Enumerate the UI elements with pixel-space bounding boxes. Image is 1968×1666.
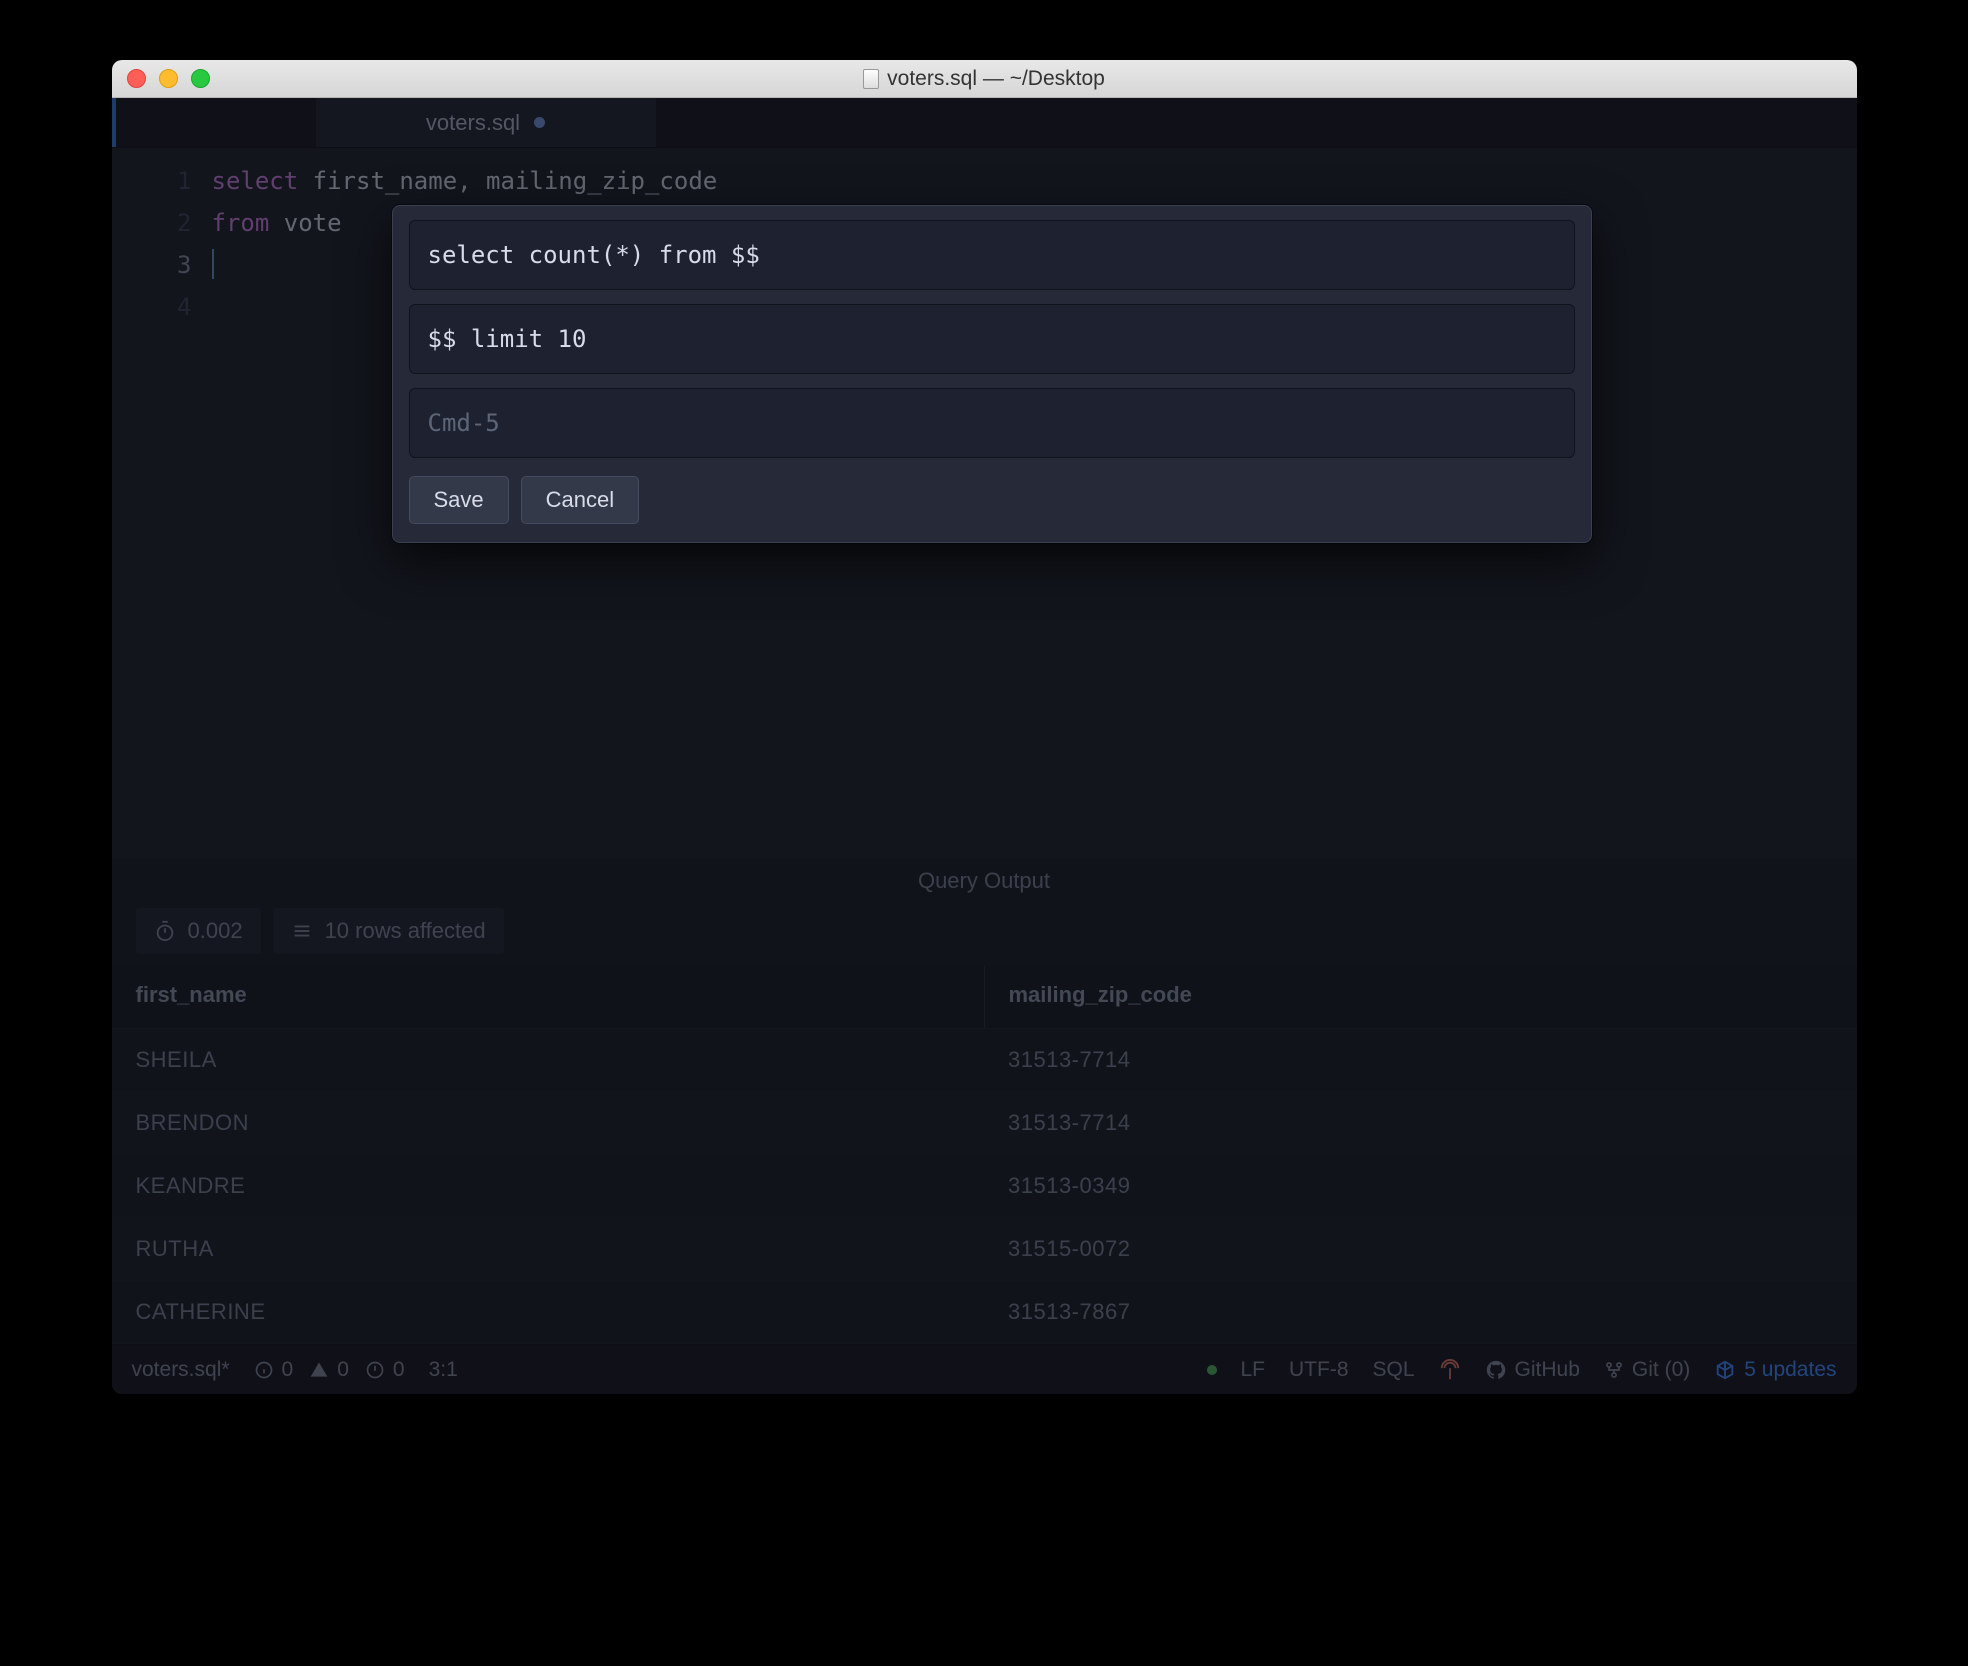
status-cursor-position[interactable]: 3:1: [429, 1358, 458, 1382]
snippet-before-input[interactable]: [409, 220, 1575, 290]
stopwatch-icon: [154, 920, 176, 942]
status-connection: [1207, 1365, 1217, 1375]
cell-first-name: RUTHA: [112, 1218, 985, 1281]
package-icon: [1714, 1359, 1736, 1381]
table-row[interactable]: CATHERINE31513-7867: [112, 1281, 1857, 1344]
close-window-button[interactable]: [127, 69, 146, 88]
column-header-mailing-zip[interactable]: mailing_zip_code: [984, 966, 1857, 1029]
table-row[interactable]: KEANDRE31513-0349: [112, 1155, 1857, 1218]
cell-mailing-zip: 31513-7714: [984, 1029, 1857, 1092]
rows-icon: [291, 920, 313, 942]
cell-mailing-zip: 31513-7714: [984, 1092, 1857, 1155]
line-number-gutter: 1 2 3 4: [112, 148, 212, 858]
query-output-header: Query Output: [112, 858, 1857, 902]
error-icon: [365, 1360, 385, 1380]
rows-affected-pill: 10 rows affected: [273, 908, 504, 954]
broadcast-tower-icon: [1439, 1359, 1461, 1381]
status-github[interactable]: GitHub: [1485, 1358, 1580, 1382]
cancel-button[interactable]: Cancel: [521, 476, 639, 524]
window-title: voters.sql — ~/Desktop: [112, 67, 1857, 91]
results-panel[interactable]: first_name mailing_zip_code SHEILA31513-…: [112, 966, 1857, 1344]
table-row[interactable]: SHEILA31513-7714: [112, 1029, 1857, 1092]
status-updates[interactable]: 5 updates: [1714, 1358, 1836, 1382]
snippet-dialog: Save Cancel: [392, 205, 1592, 543]
elapsed-time-value: 0.002: [188, 918, 243, 944]
git-branch-icon: [1604, 1360, 1624, 1380]
table-header-row: first_name mailing_zip_code: [112, 966, 1857, 1029]
status-file[interactable]: voters.sql*: [132, 1358, 230, 1382]
zoom-window-button[interactable]: [191, 69, 210, 88]
cell-first-name: SHEILA: [112, 1029, 985, 1092]
table-row[interactable]: BRENDON31513-7714: [112, 1092, 1857, 1155]
modified-indicator-icon: [534, 117, 545, 128]
app-window: voters.sql — ~/Desktop voters.sql 1 2 3 …: [112, 60, 1857, 1394]
rows-affected-text: 10 rows affected: [325, 918, 486, 944]
cell-first-name: CATHERINE: [112, 1281, 985, 1344]
status-bar: voters.sql* 0 0 0 3:1 LF UTF-8 SQL: [112, 1344, 1857, 1394]
save-button[interactable]: Save: [409, 476, 509, 524]
minimize-window-button[interactable]: [159, 69, 178, 88]
status-diagnostics[interactable]: 0 0 0: [254, 1358, 405, 1382]
results-table: first_name mailing_zip_code SHEILA31513-…: [112, 966, 1857, 1344]
status-encoding[interactable]: UTF-8: [1289, 1358, 1349, 1382]
query-output-title: Query Output: [918, 868, 1050, 893]
text-cursor: [212, 249, 214, 279]
elapsed-time-pill: 0.002: [136, 908, 261, 954]
cell-first-name: BRENDON: [112, 1092, 985, 1155]
tab-voters-sql[interactable]: voters.sql: [316, 98, 656, 147]
cell-mailing-zip: 31513-7867: [984, 1281, 1857, 1344]
snippet-shortcut-input[interactable]: [409, 388, 1575, 458]
window-controls: [127, 69, 210, 88]
status-language[interactable]: SQL: [1373, 1358, 1415, 1382]
document-icon: [863, 69, 879, 89]
status-git[interactable]: Git (0): [1604, 1358, 1690, 1382]
info-icon: [254, 1360, 274, 1380]
warning-icon: [309, 1360, 329, 1380]
cell-mailing-zip: 31513-0349: [984, 1155, 1857, 1218]
github-icon: [1485, 1359, 1507, 1381]
status-broadcast[interactable]: [1439, 1359, 1461, 1381]
tab-label: voters.sql: [426, 110, 520, 136]
cell-first-name: KEANDRE: [112, 1155, 985, 1218]
tab-bar: voters.sql: [112, 98, 1857, 148]
query-output-stats: 0.002 10 rows affected: [112, 902, 1857, 966]
cell-mailing-zip: 31515-0072: [984, 1218, 1857, 1281]
column-header-first-name[interactable]: first_name: [112, 966, 985, 1029]
connection-ok-icon: [1207, 1365, 1217, 1375]
status-eol[interactable]: LF: [1241, 1358, 1266, 1382]
titlebar: voters.sql — ~/Desktop: [112, 60, 1857, 98]
snippet-after-input[interactable]: [409, 304, 1575, 374]
window-title-text: voters.sql — ~/Desktop: [887, 67, 1105, 91]
table-row[interactable]: RUTHA31515-0072: [112, 1218, 1857, 1281]
